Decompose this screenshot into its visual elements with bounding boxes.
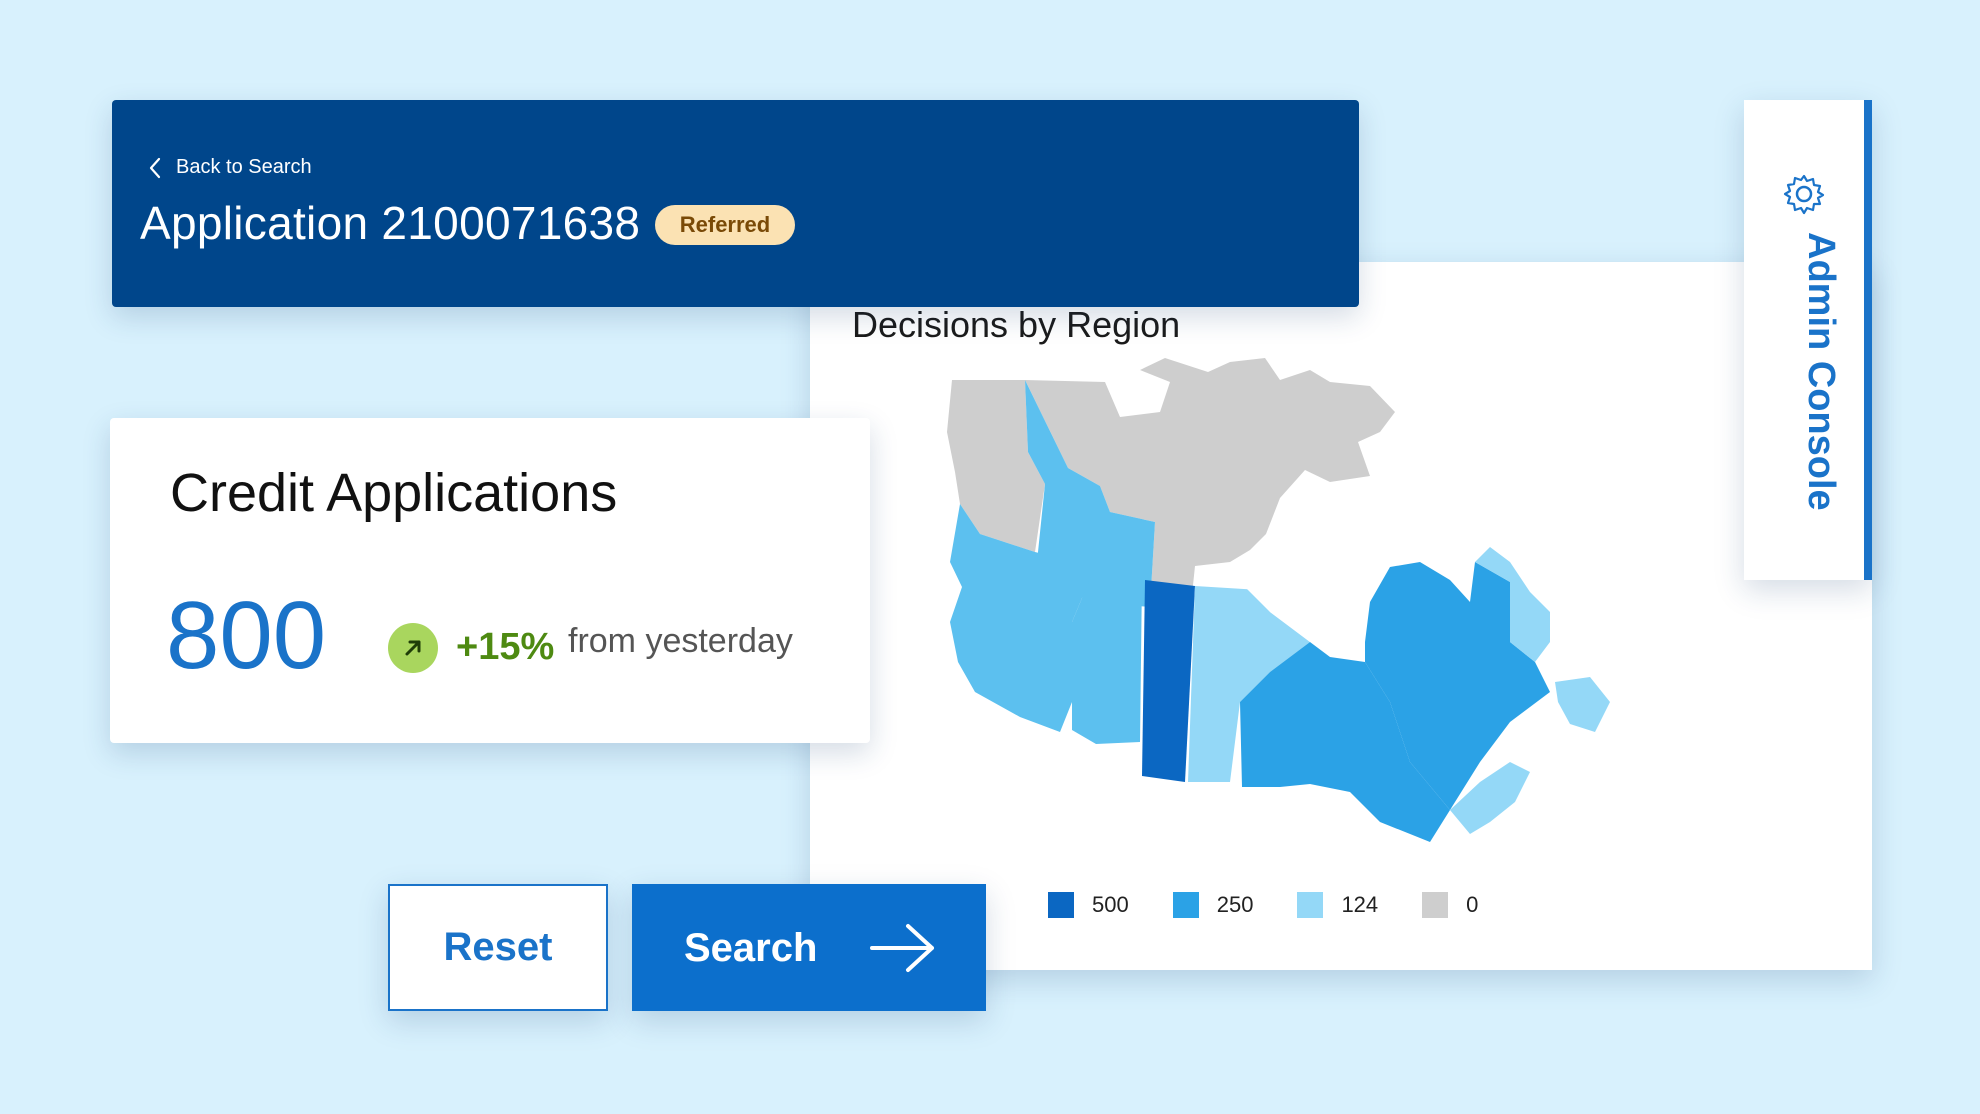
search-button[interactable]: Search xyxy=(632,884,986,1011)
map-region-saskatchewan[interactable] xyxy=(1142,580,1195,782)
credit-applications-count: 800 xyxy=(166,582,327,689)
legend-item-124: 124 xyxy=(1297,892,1378,918)
legend-swatch-250 xyxy=(1172,892,1199,918)
legend-label-500: 500 xyxy=(1092,892,1129,917)
search-button-label: Search xyxy=(684,926,818,970)
credit-applications-title: Credit Applications xyxy=(170,463,618,523)
legend-swatch-500 xyxy=(1048,892,1074,918)
canada-region-map xyxy=(947,358,1610,842)
legend-item-0: 0 xyxy=(1422,892,1478,918)
legend-label-250: 250 xyxy=(1216,892,1254,917)
legend-swatch-124 xyxy=(1297,892,1324,918)
credit-applications-card: Credit Applications 800 +15% from yester… xyxy=(110,418,870,743)
chevron-left-icon xyxy=(149,157,161,178)
trend-percent: +15% xyxy=(456,626,555,668)
legend-label-0: 0 xyxy=(1466,892,1479,917)
admin-console-label: Admin Console xyxy=(1800,232,1842,511)
admin-console-tab[interactable]: Admin Console xyxy=(1744,100,1872,580)
trend-up-icon xyxy=(388,623,438,673)
map-legend: 500 250 124 0 xyxy=(1048,892,1522,918)
map-island-newfoundland[interactable] xyxy=(1555,677,1610,732)
application-title: Application 2100071638 xyxy=(140,197,641,249)
status-badge: Referred xyxy=(655,205,795,245)
back-to-search-link[interactable]: Back to Search xyxy=(148,156,312,179)
legend-swatch-0 xyxy=(1422,892,1449,918)
gear-icon xyxy=(1783,174,1825,215)
application-header: Back to Search Application 2100071638 Re… xyxy=(112,100,1359,307)
decisions-map-card: Decisions by Region 500 250 124 0 xyxy=(810,262,1872,970)
arrow-right-icon xyxy=(870,924,934,972)
legend-label-124: 124 xyxy=(1341,892,1379,917)
reset-button[interactable]: Reset xyxy=(388,884,608,1011)
trend-label: from yesterday xyxy=(568,622,793,660)
legend-item-500: 500 xyxy=(1048,892,1129,918)
back-to-search-label: Back to Search xyxy=(176,156,312,178)
legend-item-250: 250 xyxy=(1172,892,1254,918)
